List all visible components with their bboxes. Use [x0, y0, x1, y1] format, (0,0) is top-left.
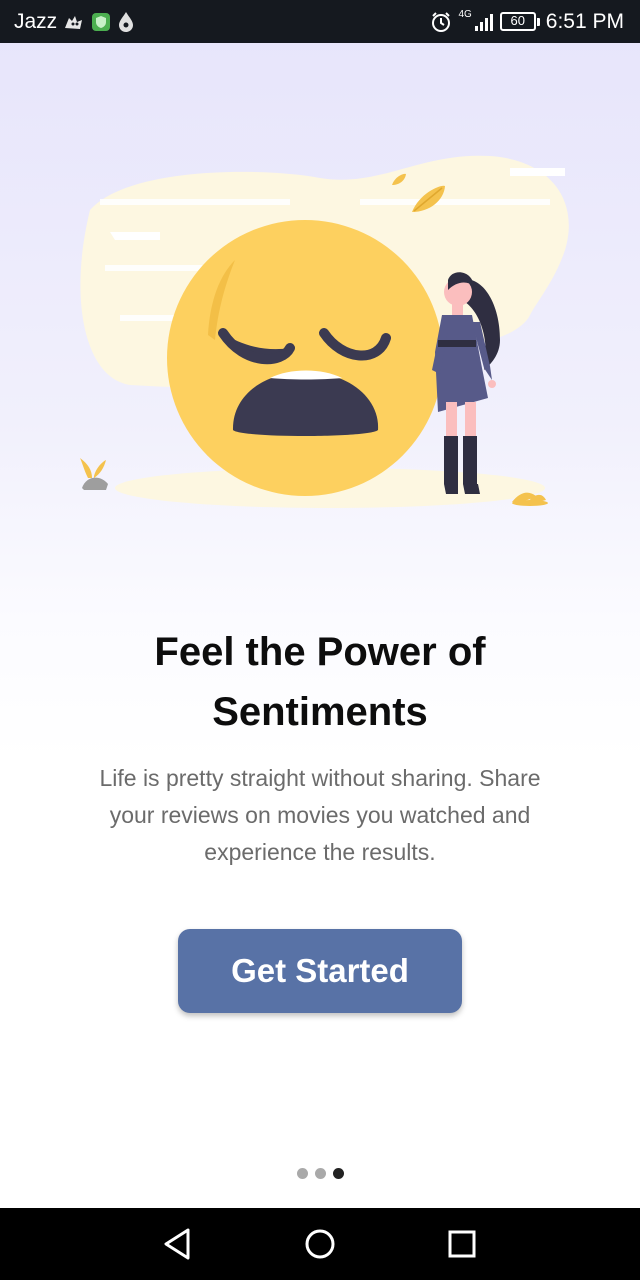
description-line-2: your reviews on movies you watched and [109, 802, 531, 828]
drop-icon [119, 11, 134, 32]
page-dot-1[interactable] [296, 1168, 308, 1179]
status-time: 6:51 PM [545, 9, 624, 33]
page-dot-3-active[interactable] [332, 1168, 344, 1179]
onboarding-screen: Jazz 4G 60 6:51 PM Feel the Power of Sen… [0, 0, 640, 1280]
home-icon[interactable] [300, 1224, 340, 1264]
back-icon[interactable] [158, 1224, 198, 1264]
page-dot-2[interactable] [314, 1168, 326, 1179]
headline-line-1: Feel the Power of [154, 630, 486, 674]
status-bar-right: 4G 60 6:51 PM [430, 9, 624, 34]
signal-icon [474, 13, 493, 31]
battery-icon: 60 [499, 12, 540, 31]
description-line-3: experience the results. [204, 839, 436, 865]
shield-icon [92, 12, 111, 31]
headline-line-2: Sentiments [212, 690, 428, 734]
navigation-bar [0, 1208, 640, 1280]
battery-tip [536, 17, 540, 26]
sad-emoji-illustration [80, 155, 569, 508]
network-type: 4G [458, 9, 472, 20]
rock-left [82, 477, 108, 490]
carrier-name: Jazz [14, 9, 58, 33]
description: Life is pretty straight without sharing.… [60, 760, 580, 871]
headline: Feel the Power of Sentiments [40, 622, 600, 742]
description-line-1: Life is pretty straight without sharing.… [99, 765, 541, 791]
get-started-button[interactable]: Get Started [178, 929, 462, 1013]
battery-level: 60 [499, 12, 536, 31]
recents-icon[interactable] [442, 1224, 482, 1264]
page-indicator [0, 1168, 640, 1179]
status-bar: Jazz 4G 60 6:51 PM [0, 0, 640, 43]
status-bar-left: Jazz [14, 10, 135, 34]
cat-icon [65, 15, 83, 29]
plant-left [80, 458, 106, 478]
alarm-icon [432, 11, 451, 32]
emoji-face [167, 220, 443, 496]
